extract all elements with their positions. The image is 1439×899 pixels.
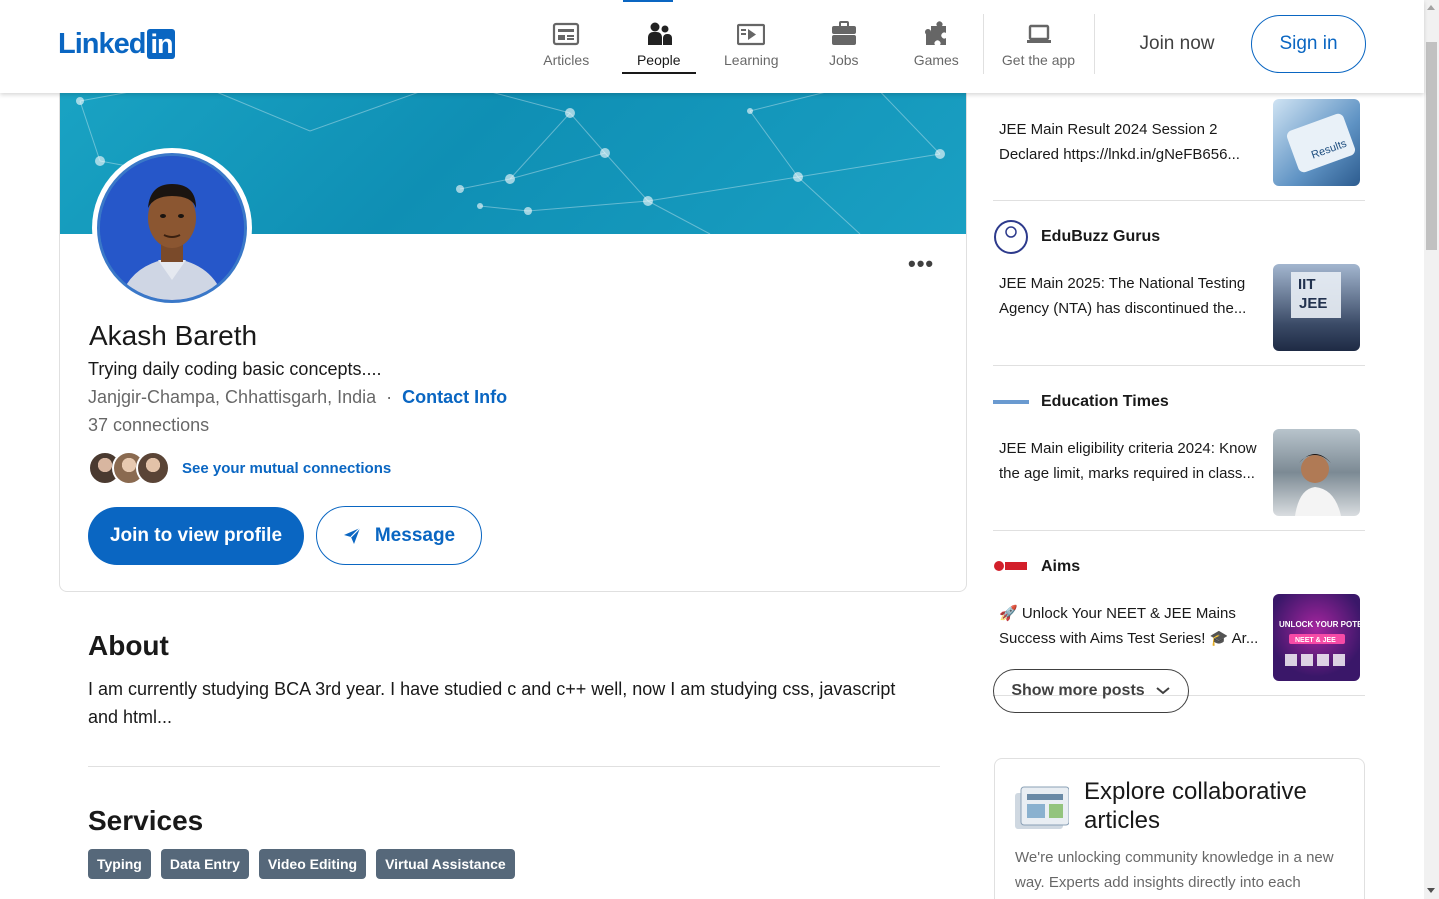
nav-games[interactable]: Games	[890, 0, 983, 93]
section-divider	[88, 766, 940, 767]
aims-logo-icon	[993, 549, 1029, 585]
newspaper-icon	[1015, 785, 1070, 836]
jobs-icon	[831, 21, 856, 45]
post-thumbnail: UNLOCK YOUR POTENTIAL NEET & JEE	[1273, 594, 1360, 681]
see-mutual-connections-link[interactable]: See your mutual connections	[182, 460, 391, 477]
send-icon	[343, 527, 361, 544]
people-icon	[647, 22, 672, 45]
sign-in-button[interactable]: Sign in	[1251, 15, 1366, 73]
nav-learning[interactable]: Learning	[705, 0, 798, 93]
student-exam-graphic	[1295, 454, 1341, 516]
nav-jobs[interactable]: Jobs	[798, 0, 891, 93]
profile-card: ••• Akash Bareth Trying daily coding bas…	[59, 60, 967, 592]
person-portrait-graphic	[100, 156, 244, 300]
education-times-logo-icon	[993, 384, 1029, 420]
post-item[interactable]: JEE Main Result 2024 Session 2 Declared …	[993, 93, 1365, 201]
nav-people-label: People	[636, 52, 681, 68]
top-navigation-bar: Linked in Articles People Learning Jobs G…	[0, 0, 1424, 93]
scroll-up-arrow-icon[interactable]	[1427, 5, 1435, 10]
post-header: Education Times	[993, 381, 1365, 423]
post-header: Aims	[993, 546, 1365, 588]
scrollbar-thumb[interactable]	[1426, 42, 1437, 250]
service-tag[interactable]: Virtual Assistance	[376, 849, 515, 879]
join-to-view-profile-button[interactable]: Join to view profile	[88, 507, 304, 565]
show-more-posts-button[interactable]: Show more posts	[993, 669, 1189, 713]
show-more-posts-label: Show more posts	[1011, 682, 1145, 699]
thumb-neet-text: NEET & JEE	[1295, 637, 1336, 644]
laptop-icon	[1026, 24, 1051, 43]
explore-collaborative-articles-card[interactable]: Explore collaborative articles We're unl…	[994, 758, 1365, 899]
results-keyboard-graphic: Results	[1286, 113, 1356, 173]
post-text: 🚀 Unlock Your NEET & JEE Mains Success w…	[999, 605, 1259, 647]
services-tag-list: Typing Data Entry Video Editing Virtual …	[88, 849, 515, 879]
contact-info-link[interactable]: Contact Info	[402, 387, 507, 408]
join-now-button[interactable]: Join now	[1122, 20, 1232, 68]
chevron-down-icon	[1156, 687, 1170, 695]
profile-headline: Trying daily coding basic concepts....	[88, 359, 382, 379]
post-thumbnail: Results	[1273, 99, 1360, 186]
post-author[interactable]: EduBuzz Gurus	[1041, 228, 1160, 246]
profile-photo[interactable]	[92, 148, 252, 308]
profile-name: Akash Bareth	[89, 320, 258, 351]
about-heading: About	[88, 630, 169, 661]
logo-text: Linked	[58, 27, 146, 60]
connections-count: 37 connections	[88, 415, 210, 435]
post-author[interactable]: Education Times	[1041, 393, 1169, 411]
nav-get-app-label: Get the app	[1001, 52, 1076, 68]
explore-title: Explore collaborative articles	[1084, 778, 1307, 834]
profile-photo-image	[97, 153, 247, 303]
nav-learning-label: Learning	[724, 52, 779, 68]
page-scrollbar[interactable]	[1424, 0, 1439, 899]
thumb-iit-text: IIT	[1298, 276, 1316, 293]
games-icon	[925, 21, 947, 45]
more-options-button[interactable]: •••	[908, 251, 934, 277]
edubuzz-logo-icon	[993, 219, 1029, 255]
thumb-jee-text: JEE	[1299, 295, 1327, 312]
learning-icon	[737, 23, 766, 46]
nav-people[interactable]: People	[613, 0, 706, 93]
mutual-avatars	[88, 451, 170, 485]
post-body: JEE Main 2025: The National Testing Agen…	[993, 258, 1365, 354]
post-text: JEE Main Result 2024 Session 2 Declared …	[999, 121, 1240, 163]
post-item[interactable]: Education Times JEE Main eligibility cri…	[993, 381, 1365, 531]
avatar	[136, 451, 170, 485]
main-nav: Articles People Learning Jobs Games Get …	[520, 0, 1095, 93]
nav-jobs-label: Jobs	[828, 52, 859, 68]
location-row: Janjgir-Champa, Chhattisgarh, India · Co…	[88, 387, 507, 408]
service-tag[interactable]: Video Editing	[258, 849, 367, 879]
mutual-connections-row[interactable]: See your mutual connections	[88, 451, 391, 485]
thumb-unlock-text: UNLOCK YOUR POTENTIAL	[1279, 620, 1360, 629]
articles-icon	[553, 22, 580, 46]
message-button[interactable]: Message	[316, 506, 482, 565]
nav-get-app[interactable]: Get the app	[984, 0, 1094, 93]
post-body: JEE Main Result 2024 Session 2 Declared …	[993, 93, 1365, 201]
post-thumbnail	[1273, 429, 1360, 516]
related-posts-list: JEE Main Result 2024 Session 2 Declared …	[993, 93, 1365, 696]
post-header: EduBuzz Gurus	[993, 216, 1365, 258]
logo-in-badge: in	[147, 29, 176, 59]
scroll-down-arrow-icon[interactable]	[1427, 888, 1435, 893]
nav-divider	[1093, 14, 1095, 74]
linkedin-logo[interactable]: Linked in	[58, 27, 176, 60]
post-author[interactable]: Aims	[1041, 558, 1080, 576]
nav-articles[interactable]: Articles	[520, 0, 613, 93]
nav-articles-label: Articles	[543, 52, 590, 68]
services-heading: Services	[88, 805, 204, 836]
profile-location: Janjgir-Champa, Chhattisgarh, India	[88, 387, 377, 407]
service-tag[interactable]: Data Entry	[160, 849, 249, 879]
post-text: JEE Main eligibility criteria 2024: Know…	[999, 440, 1257, 482]
nav-games-label: Games	[913, 52, 959, 68]
iit-jee-graphic: IIT JEE	[1291, 272, 1341, 318]
post-text: JEE Main 2025: The National Testing Agen…	[999, 275, 1247, 317]
post-body: JEE Main eligibility criteria 2024: Know…	[993, 423, 1365, 519]
message-button-label: Message	[374, 524, 456, 546]
about-text: I am currently studying BCA 3rd year. I …	[88, 679, 896, 727]
unlock-potential-graphic: UNLOCK YOUR POTENTIAL NEET & JEE	[1279, 620, 1360, 666]
post-thumbnail: IIT JEE	[1273, 264, 1360, 351]
service-tag[interactable]: Typing	[88, 849, 151, 879]
explore-text: We're unlocking community knowledge in a…	[1015, 849, 1334, 891]
post-item[interactable]: EduBuzz Gurus JEE Main 2025: The Nationa…	[993, 216, 1365, 366]
separator-dot: ·	[386, 387, 393, 407]
